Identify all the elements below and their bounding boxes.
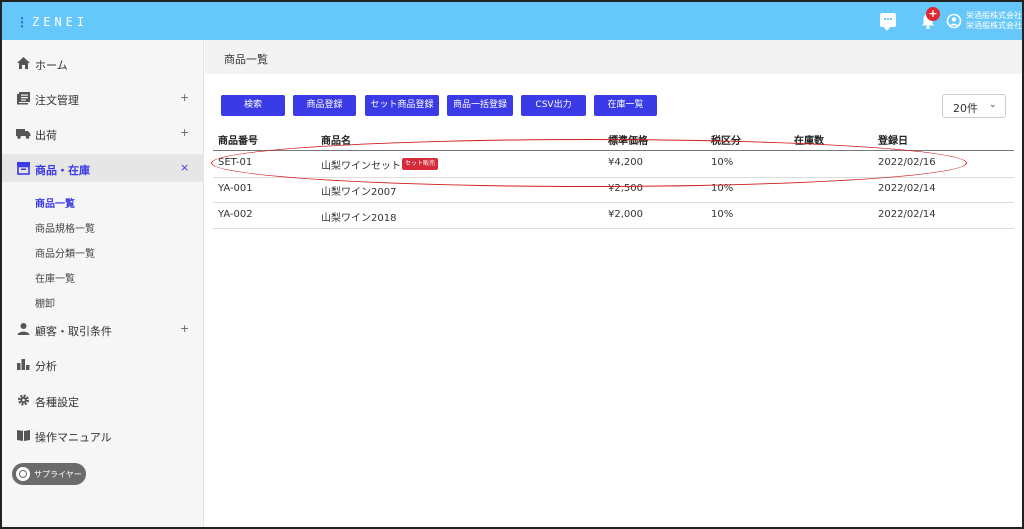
gear-icon [16,393,31,407]
cell-name[interactable]: 山梨ワイン2018 [321,209,396,224]
cell-name[interactable]: 山梨ワイン2007 [321,183,396,198]
column-header-date[interactable]: 登録日 [878,132,908,147]
company-name-line1: 栄酒般株式会社 [966,11,1022,20]
cell-price: ¥2,000 [608,209,643,220]
cell-date: 2022/02/14 [878,209,936,220]
company-name[interactable]: 栄酒般株式会社 栄酒般株式会社 [966,11,1022,31]
cell-date: 2022/02/14 [878,183,936,194]
notification-badge: + [926,7,940,21]
home-icon [16,56,31,70]
chart-icon [16,357,31,371]
sidebar-item-products[interactable]: 商品・在庫 × [2,154,204,182]
per-page-value: 20件 [953,102,978,115]
cell-name[interactable]: 山梨ワインセット [321,157,401,172]
column-header-tax[interactable]: 税区分 [711,132,741,147]
column-header-name[interactable]: 商品名 [321,132,351,147]
truck-icon [16,126,31,140]
sidebar-item-manual[interactable]: 操作マニュアル [2,421,204,449]
company-name-line2: 栄酒般株式会社 [966,21,1022,30]
sidebar-item-label: 商品・在庫 [35,164,90,177]
chat-icon[interactable] [880,13,896,31]
supplier-button-label: サプライヤー [34,470,82,479]
sidebar-item-home[interactable]: ホーム [2,49,204,77]
page-title: 商品一覧 [224,53,268,66]
table-header-divider [213,150,1014,151]
sidebar-subitem-product-categories[interactable]: 商品分類一覧 [35,245,95,260]
sidebar: ホーム 注文管理 + 出荷 + 商品・在庫 × 商品一覧 商品規格一覧 商品分類… [2,40,204,527]
cell-code[interactable]: SET-01 [218,157,252,168]
expand-icon[interactable]: + [180,91,189,104]
sidebar-subitem-stocktaking[interactable]: 棚卸 [35,295,55,310]
expand-icon[interactable]: + [180,126,189,139]
cell-tax: 10% [711,157,734,168]
chevron-down-icon: ⌄ [989,100,997,110]
person-icon [16,322,31,336]
sidebar-item-analytics[interactable]: 分析 [2,350,204,378]
row-divider [213,228,1014,229]
sidebar-item-label: 各種設定 [35,396,79,409]
sidebar-item-customers[interactable]: 顧客・取引条件 + [2,315,204,343]
product-register-button[interactable]: 商品登録 [293,95,356,116]
sidebar-item-label: 出荷 [35,129,57,142]
app-window: ⋮ZENEI + 栄酒般株式会社 栄酒般株式会社 ホーム 注文管理 + 出荷 +… [0,0,1024,529]
column-header-price[interactable]: 標準価格 [608,132,648,147]
search-button[interactable]: 検索 [221,95,285,116]
app-logo[interactable]: ⋮ZENEI [16,15,88,29]
cell-code[interactable]: YA-002 [218,209,253,220]
inventory-icon [16,161,31,175]
supplier-button[interactable]: サプライヤー [12,463,86,485]
sidebar-item-label: ホーム [35,59,68,72]
main-content: 商品一覧 検索 商品登録 セット商品登録 商品一括登録 CSV出力 在庫一覧 2… [205,40,1022,527]
column-header-code[interactable]: 商品番号 [218,132,258,147]
expand-icon[interactable]: + [180,322,189,335]
row-divider [213,202,1014,203]
collapse-icon[interactable]: × [180,161,189,174]
sidebar-subitem-product-specs[interactable]: 商品規格一覧 [35,220,95,235]
cell-date: 2022/02/16 [878,157,936,168]
cell-price: ¥4,200 [608,157,643,168]
set-product-register-button[interactable]: セット商品登録 [365,95,439,116]
supplier-icon [16,467,30,481]
sidebar-item-orders[interactable]: 注文管理 + [2,84,204,112]
breadcrumb: 商品一覧 [205,40,1022,74]
csv-export-button[interactable]: CSV出力 [521,95,586,116]
orders-icon [16,91,31,105]
row-divider [213,177,1014,178]
stock-list-button[interactable]: 在庫一覧 [594,95,657,116]
sidebar-subitem-stock-list[interactable]: 在庫一覧 [35,270,75,285]
book-icon [16,428,31,442]
sidebar-item-settings[interactable]: 各種設定 [2,386,204,414]
bulk-register-button[interactable]: 商品一括登録 [447,95,513,116]
cell-tax: 10% [711,183,734,194]
sidebar-item-label: 分析 [35,360,57,373]
cell-tax: 10% [711,209,734,220]
top-header: ⋮ZENEI + 栄酒般株式会社 栄酒般株式会社 [2,2,1022,40]
set-sale-badge: セット販売 [402,158,439,170]
sidebar-item-shipping[interactable]: 出荷 + [2,119,204,147]
sidebar-subitem-product-list[interactable]: 商品一覧 [35,195,75,210]
sidebar-item-label: 注文管理 [35,94,79,107]
sidebar-item-label: 顧客・取引条件 [35,325,112,338]
cell-code[interactable]: YA-001 [218,183,253,194]
user-icon[interactable] [946,13,962,29]
column-header-stock[interactable]: 在庫数 [794,132,824,147]
per-page-select[interactable]: 20件 ⌄ [942,94,1006,118]
sidebar-item-label: 操作マニュアル [35,431,112,444]
cell-price: ¥2,500 [608,183,643,194]
